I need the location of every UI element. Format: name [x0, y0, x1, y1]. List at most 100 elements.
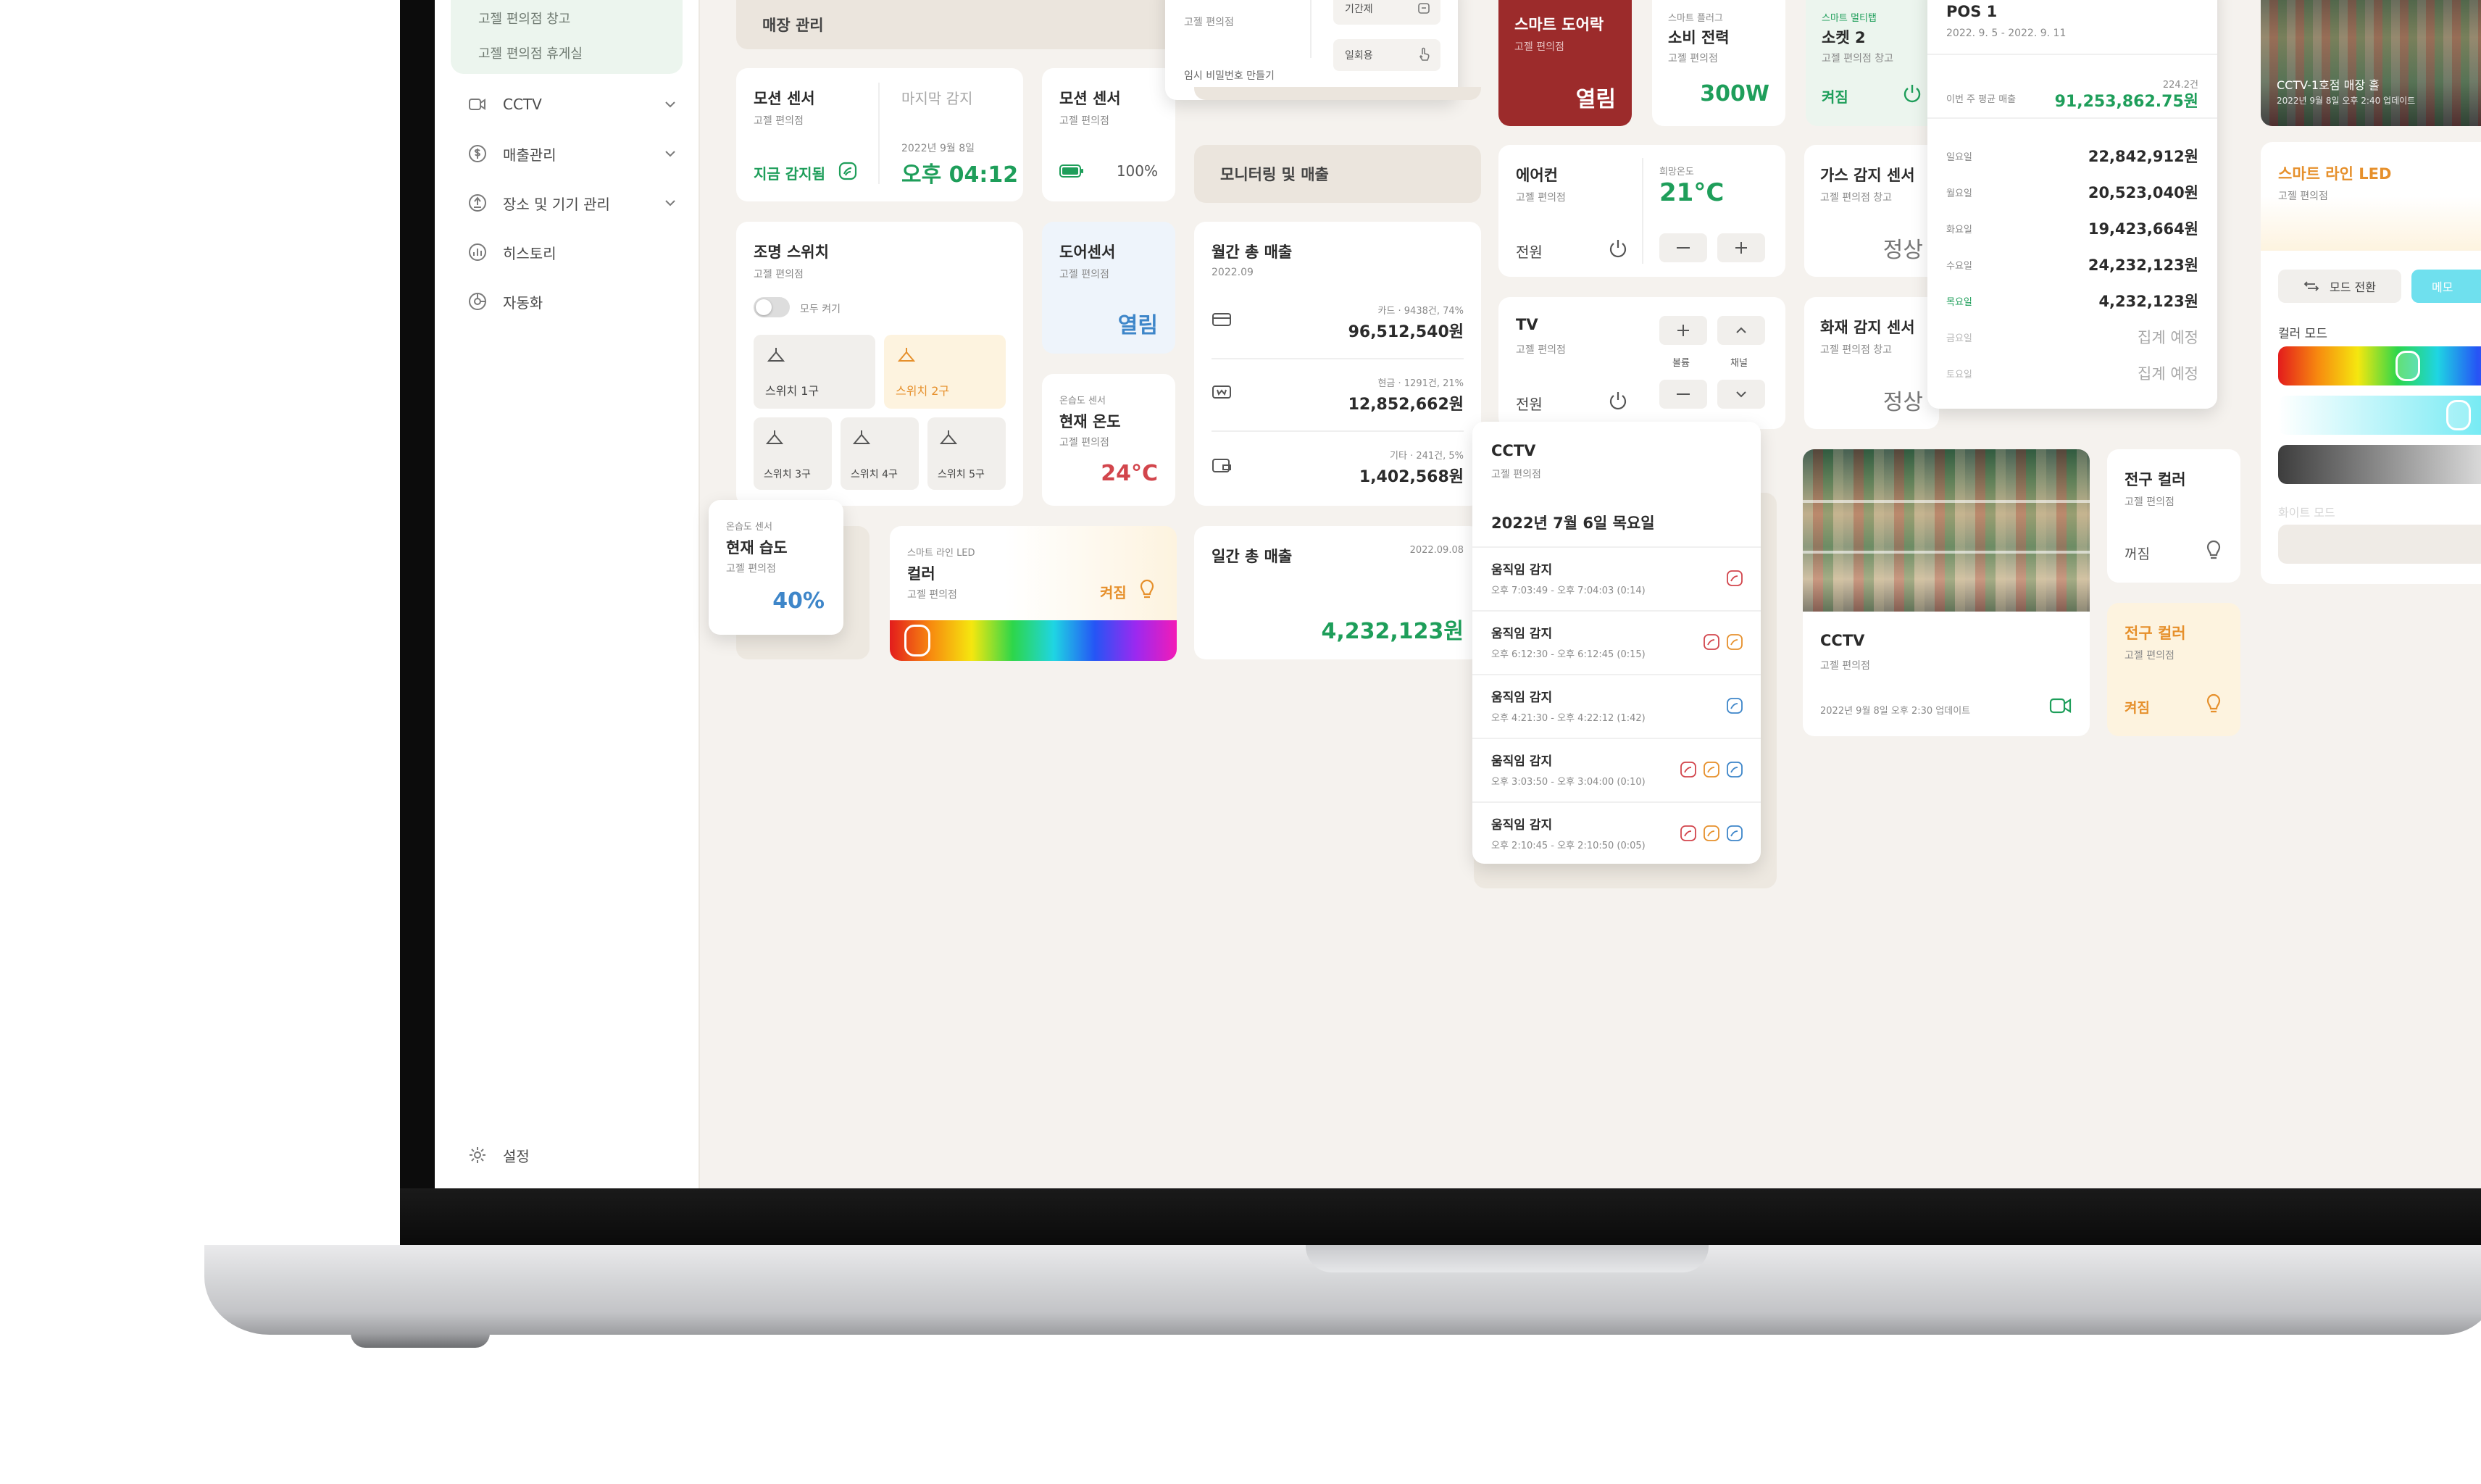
- card-place: 고젤 편의점: [1059, 115, 1109, 127]
- motion-sensor-card[interactable]: 모션 센서 고젤 편의점 지금 감지됨 마지막 감지 2022년 9월 8일 오…: [736, 68, 1023, 201]
- saturation-slider-handle[interactable]: [2446, 400, 2471, 430]
- pos-day: 화요일: [1946, 225, 1972, 235]
- motion-sensor-battery-card[interactable]: 모션 센서 고젤 편의점 100%: [1042, 68, 1175, 201]
- create-temp-password-link[interactable]: 임시 비밀번호 만들기: [1184, 68, 1275, 83]
- led-line-color-card[interactable]: 스마트 라인 LED 컬러 고젤 편의점 켜짐: [890, 526, 1177, 661]
- hue-slider[interactable]: [2278, 346, 2481, 385]
- led-control-panel[interactable]: 모드 전환 메모 컬러 모드 화이트 모드: [2261, 251, 2481, 584]
- card-place: 고젤 편의점: [907, 589, 957, 601]
- bulb-icon[interactable]: [2204, 539, 2223, 561]
- power-consumption-card[interactable]: 스마트 플러그 소비 전력 고젤 편의점 300W: [1652, 0, 1785, 126]
- power-toggle-icon[interactable]: [1901, 83, 1923, 104]
- color-spectrum-slider[interactable]: [890, 620, 1177, 661]
- slider-handle[interactable]: [904, 625, 930, 656]
- event-row[interactable]: 움직임 감지 오후 2:10:45 - 오후 2:10:50 (0:05): [1472, 803, 1761, 864]
- plus-icon: [1735, 242, 1747, 254]
- switch-1[interactable]: 스위치 1구: [754, 335, 875, 409]
- device-manage-icon: [467, 192, 488, 214]
- motion-status: 지금 감지됨: [754, 165, 825, 183]
- motion-red-icon: [1726, 570, 1743, 587]
- card-place: 고젤 편의점: [1491, 469, 1541, 480]
- tv-card[interactable]: TV 고젤 편의점 전원 볼륨 채널: [1498, 297, 1785, 429]
- temp-increase-button[interactable]: [1717, 233, 1765, 262]
- bulb-icon[interactable]: [2204, 693, 2223, 714]
- bulb-color-card-on[interactable]: 전구 컬러 고젤 편의점 켜짐: [2107, 603, 2240, 736]
- temp-decrease-button[interactable]: [1659, 233, 1707, 262]
- humidity-card[interactable]: 온습도 센서 현재 습도 고젤 편의점 40%: [709, 500, 843, 635]
- white-mode-slider[interactable]: [2278, 525, 2481, 564]
- brightness-slider[interactable]: [2278, 445, 2481, 484]
- cctv-thumbnail-title: CCTV-1호점 매장 홀: [2277, 78, 2380, 92]
- switch-2[interactable]: 스위치 2구: [884, 335, 1006, 409]
- channel-up-button[interactable]: [1717, 316, 1765, 345]
- smart-socket-card[interactable]: 스마트 멀티탭 소켓 2 고젤 편의점 창고 켜짐: [1806, 0, 1939, 126]
- fire-status: 정상: [1882, 390, 1923, 415]
- monthly-sales-card[interactable]: 월간 총 매출 2022.09 카드 · 9438건, 74% 96,512,5…: [1194, 222, 1481, 506]
- fire-sensor-card[interactable]: 화재 감지 센서 고젤 편의점 창고 정상: [1804, 297, 1939, 429]
- switch-5[interactable]: 스위치 5구: [927, 417, 1006, 490]
- aircon-card[interactable]: 에어컨 고젤 편의점 전원 희망온도 21°C: [1498, 145, 1785, 277]
- lighting-switch-card[interactable]: 조명 스위치 고젤 편의점 모두 켜기 스위치 1구 스위치 2구 스위치 3구…: [736, 222, 1023, 506]
- door-sensor-card[interactable]: 도어센서 고젤 편의점 열림: [1042, 222, 1175, 354]
- saturation-slider[interactable]: [2278, 396, 2481, 435]
- settings-button[interactable]: 설정: [467, 1141, 677, 1170]
- mode-tab-active[interactable]: 메모: [2411, 270, 2481, 303]
- card-title: 컬러: [907, 565, 935, 583]
- event-row[interactable]: 움직임 감지 오후 7:03:49 - 오후 7:04:03 (0:14): [1472, 548, 1761, 610]
- video-camera-icon[interactable]: [2049, 696, 2072, 716]
- battery-icon: [1059, 164, 1084, 178]
- door-status: 열림: [1117, 313, 1158, 338]
- option-period-button[interactable]: 기간제: [1333, 0, 1440, 25]
- card-title: 화재 감지 센서: [1820, 319, 1915, 336]
- smart-line-led-card[interactable]: 스마트 라인 LED 고젤 편의점 켜: [2261, 142, 2481, 251]
- cctv-snapshot[interactable]: [1803, 449, 2090, 612]
- sidebar-item-automation[interactable]: 자동화: [467, 287, 677, 316]
- led-status: 켜짐: [1100, 584, 1127, 601]
- event-row[interactable]: 움직임 감지 오후 4:21:30 - 오후 4:22:12 (1:42): [1472, 675, 1761, 738]
- sidebar-item-history[interactable]: 히스토리: [467, 238, 677, 267]
- power-button-icon[interactable]: [1607, 390, 1629, 412]
- event-row[interactable]: 움직임 감지 오후 3:03:50 - 오후 3:04:00 (0:10): [1472, 739, 1761, 801]
- bulb-color-card-off[interactable]: 전구 컬러 고젤 편의점 꺼짐: [2107, 449, 2240, 583]
- sidebar-subitem-lounge[interactable]: 고젤 편의점 휴게실: [478, 43, 583, 62]
- sidebar-item-cctv[interactable]: CCTV: [467, 90, 677, 119]
- sales-row-meta: 카드 · 9438건, 74%: [1377, 306, 1464, 317]
- gas-sensor-card[interactable]: 가스 감지 센서 고젤 편의점 창고 정상: [1804, 145, 1939, 277]
- dollar-icon: [467, 143, 488, 164]
- swap-icon: [2303, 281, 2319, 291]
- channel-down-button[interactable]: [1717, 380, 1765, 409]
- last-detected-time: 오후 04:12: [901, 162, 1019, 188]
- card-place: 고젤 편의점: [1516, 344, 1566, 356]
- section-monitoring-sales[interactable]: 모니터링 및 매출: [1194, 145, 1481, 203]
- smart-door-lock-card[interactable]: 스마트 도어락 고젤 편의점 열림: [1498, 0, 1632, 126]
- switch-3[interactable]: 스위치 3구: [754, 417, 832, 490]
- battery-level: 100%: [1116, 162, 1158, 180]
- hand-icon: [1417, 47, 1430, 62]
- door-lock-password-popup[interactable]: 고젤 편의점 기간제 일회용 임시 비밀번호 만들기: [1165, 0, 1458, 100]
- hue-slider-handle[interactable]: [2395, 351, 2420, 381]
- sales-row-meta: 기타 · 241건, 5%: [1390, 451, 1464, 462]
- cctv-card[interactable]: CCTV 고젤 편의점 2022년 9월 8일 오후 2:30 업데이트: [1803, 449, 2090, 736]
- daily-sales-card[interactable]: 일간 총 매출 2022.09.08 4,232,123원: [1194, 526, 1481, 659]
- temperature-card[interactable]: 온습도 센서 현재 온도 고젤 편의점 24°C: [1042, 374, 1175, 506]
- cctv-events-popup[interactable]: CCTV 고젤 편의점 2022년 7월 6일 목요일 움직임 감지 오후 7:…: [1472, 422, 1761, 864]
- sidebar-subitem-storage[interactable]: 고젤 편의점 창고: [478, 9, 570, 28]
- volume-up-button[interactable]: [1659, 316, 1707, 345]
- volume-down-button[interactable]: [1659, 380, 1707, 409]
- option-onetime-button[interactable]: 일회용: [1333, 39, 1440, 71]
- switch-4[interactable]: 스위치 4구: [841, 417, 919, 490]
- switch-label: 스위치 4구: [851, 469, 898, 480]
- all-on-toggle[interactable]: [754, 297, 790, 317]
- mode-switch-button[interactable]: 모드 전환: [2278, 270, 2401, 303]
- power-button-icon[interactable]: [1607, 238, 1629, 259]
- section-store-management[interactable]: 매장 관리: [736, 0, 1181, 49]
- cctv-live-thumbnail[interactable]: CCTV-1호점 매장 홀 2022년 9월 8일 오후 2:40 업데이트: [2261, 0, 2481, 126]
- sidebar-item-devices[interactable]: 장소 및 기기 관리: [467, 188, 677, 217]
- event-row[interactable]: 움직임 감지 오후 6:12:30 - 오후 6:12:45 (0:15): [1472, 612, 1761, 674]
- bulb-icon: [1138, 578, 1156, 600]
- pos-sales-popup[interactable]: POS 1 2022. 9. 5 - 2022. 9. 11 224.2건 이번…: [1927, 0, 2217, 409]
- card-title: 스마트 라인 LED: [2278, 165, 2392, 183]
- card-title: 소켓 2: [1822, 29, 1866, 46]
- sidebar-item-sales[interactable]: 매출관리: [467, 139, 677, 168]
- switch-label: 스위치 5구: [938, 469, 985, 480]
